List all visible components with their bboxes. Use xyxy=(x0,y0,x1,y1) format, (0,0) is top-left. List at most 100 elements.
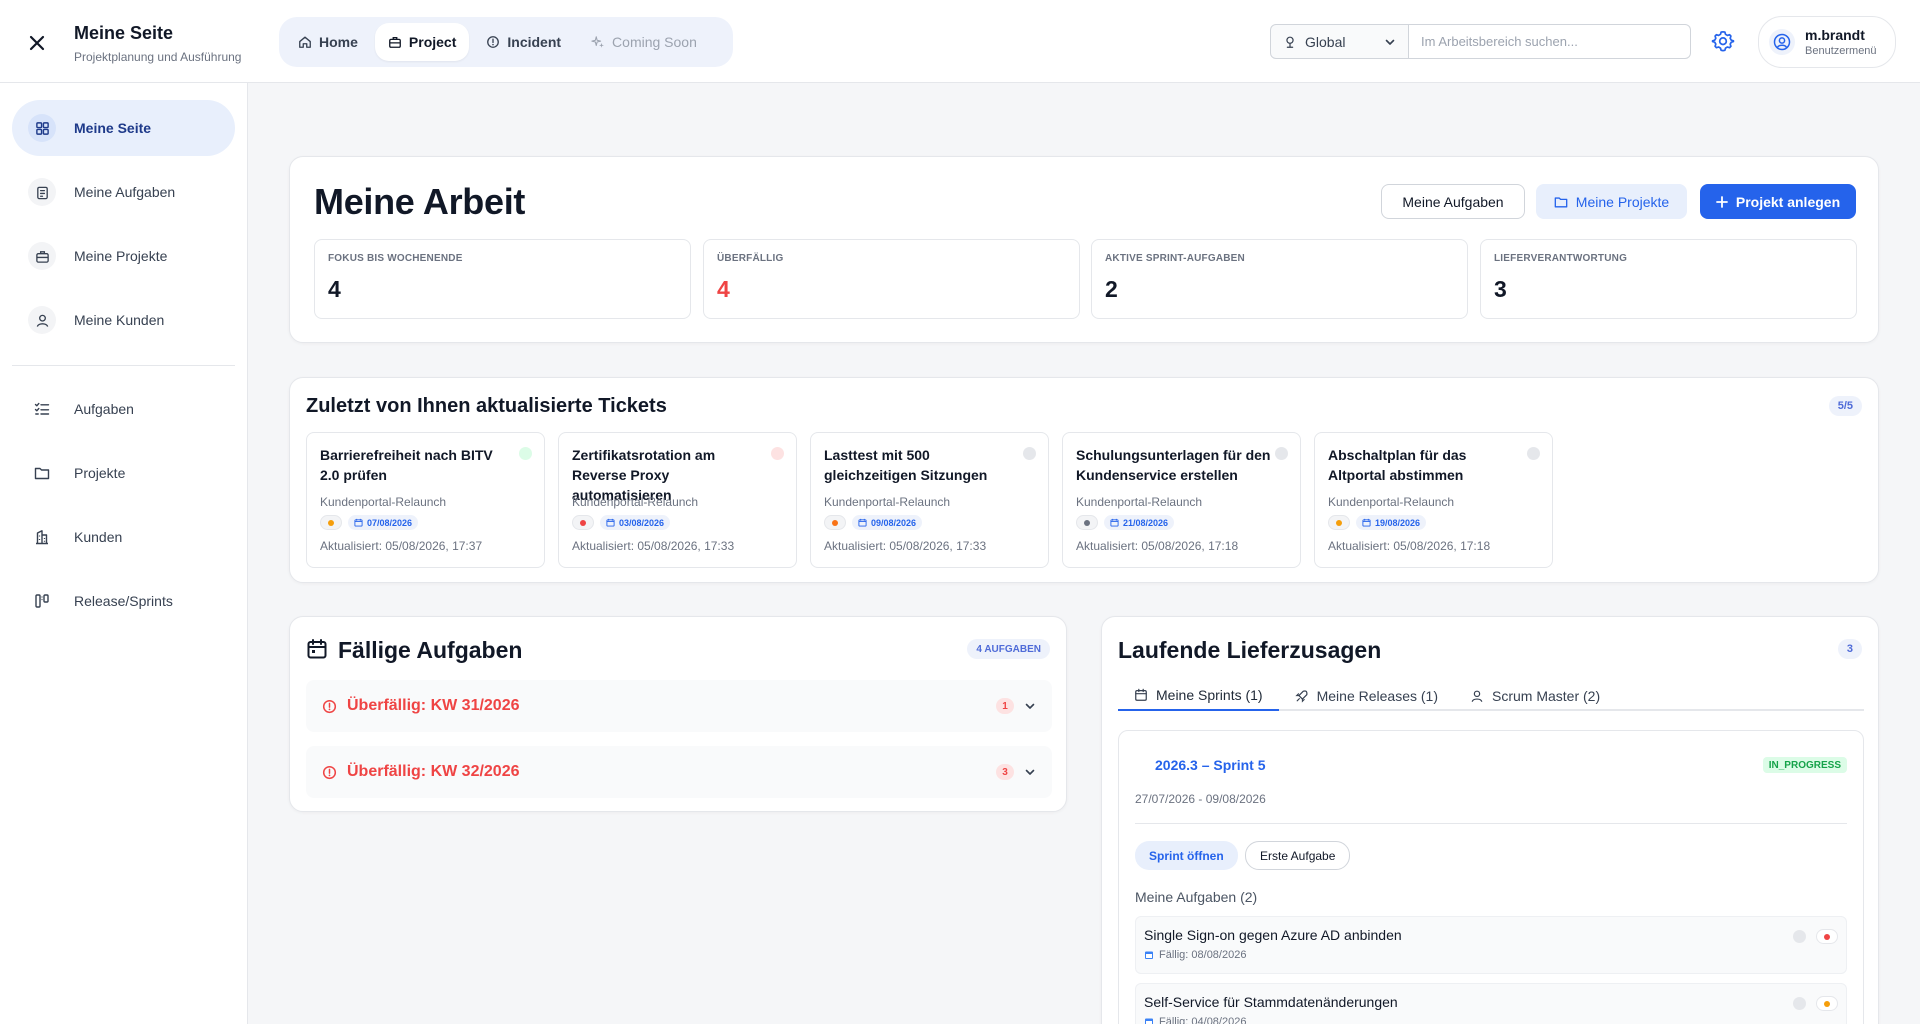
my-projects-button-label: Meine Projekte xyxy=(1575,193,1670,210)
ticket-card[interactable]: Zertifikatsrotation am Reverse Proxy aut… xyxy=(558,432,797,568)
tab-scrum-master[interactable]: Scrum Master (2) xyxy=(1454,681,1616,711)
tab-my-releases[interactable]: Meine Releases (1) xyxy=(1279,681,1454,711)
section-title: Laufende Lieferzusagen xyxy=(1118,637,1382,663)
user-icon xyxy=(28,306,56,334)
stat-sprint-tasks[interactable]: AKTIVE SPRINT-AUFGABEN 2 xyxy=(1091,239,1468,319)
ticket-card[interactable]: Abschaltplan für das Altportal abstimmen… xyxy=(1314,432,1553,568)
priority-chip xyxy=(1816,996,1838,1011)
ticket-project: Kundenportal-Relaunch xyxy=(320,495,447,509)
status-badge: IN_PROGRESS xyxy=(1762,757,1847,773)
sidebar-item-meine-seite[interactable]: Meine Seite xyxy=(12,100,235,156)
overdue-count: 3 xyxy=(996,764,1014,780)
scope-select[interactable]: Global xyxy=(1270,24,1409,59)
due-date-chip: 21/08/2026 xyxy=(1104,515,1175,530)
tab-my-sprints[interactable]: Meine Sprints (1) xyxy=(1118,681,1279,711)
gear-icon[interactable] xyxy=(1711,29,1737,55)
sidebar-item-meine-kunden[interactable]: Meine Kunden xyxy=(12,292,235,348)
stat-value: 2 xyxy=(1105,276,1118,302)
sidebar-item-projekte[interactable]: Projekte xyxy=(12,445,235,501)
calendar-icon xyxy=(1144,950,1154,960)
sidebar-item-label: Meine Kunden xyxy=(74,312,165,328)
dashboard-icon xyxy=(28,114,56,142)
sprint-name-link[interactable]: 2026.3 – Sprint 5 xyxy=(1155,757,1266,773)
ticket-updated: Aktualisiert: 05/08/2026, 17:18 xyxy=(1328,539,1491,553)
module-nav: Home Project Incident Coming Soon xyxy=(279,17,733,67)
create-project-button[interactable]: Projekt anlegen xyxy=(1700,184,1856,219)
ticket-card[interactable]: Lasttest mit 500 gleichzeitigen Sitzunge… xyxy=(810,432,1049,568)
due-date: 19/08/2026 xyxy=(1375,517,1421,528)
briefcase-icon xyxy=(28,242,56,270)
nav-coming-soon: Coming Soon xyxy=(578,23,710,61)
due-date: 03/08/2026 xyxy=(619,517,665,528)
ticket-title: Barrierefreiheit nach BITV 2.0 prüfen xyxy=(320,447,493,483)
nav-project[interactable]: Project xyxy=(374,23,470,61)
sidebar-item-kunden[interactable]: Kunden xyxy=(12,509,235,565)
status-dot xyxy=(1023,447,1036,460)
sidebar-item-aufgaben[interactable]: Aufgaben xyxy=(12,381,235,437)
ticket-updated: Aktualisiert: 05/08/2026, 17:33 xyxy=(824,539,987,553)
building-icon xyxy=(28,523,56,551)
ticket-project: Kundenportal-Relaunch xyxy=(824,495,951,509)
calendar-icon xyxy=(1144,1017,1154,1024)
alert-circle-icon xyxy=(486,35,500,49)
my-tasks-button[interactable]: Meine Aufgaben xyxy=(1381,184,1525,219)
user-info: m.brandt Benutzermenü xyxy=(1805,27,1877,57)
close-icon[interactable] xyxy=(24,30,50,56)
list-item[interactable]: Single Sign-on gegen Azure AD anbinden F… xyxy=(1135,916,1847,974)
sidebar-item-label: Release/Sprints xyxy=(74,593,173,609)
kanban-icon xyxy=(28,587,56,615)
priority-chip xyxy=(1328,515,1350,530)
sprint-card: 2026.3 – Sprint 5 IN_PROGRESS 27/07/2026… xyxy=(1118,730,1864,1024)
ticket-card[interactable]: Schulungsunterlagen für den Kundenservic… xyxy=(1062,432,1301,568)
task-title: Single Sign-on gegen Azure AD anbinden xyxy=(1144,927,1402,943)
due-date-chip: 09/08/2026 xyxy=(852,515,923,530)
status-dot xyxy=(519,447,532,460)
stat-focus[interactable]: FOKUS BIS WOCHENENDE 4 xyxy=(314,239,691,319)
sparkles-icon xyxy=(591,35,605,49)
ticket-project: Kundenportal-Relaunch xyxy=(1076,495,1203,509)
recent-tickets-card: Zuletzt von Ihnen aktualisierte Tickets … xyxy=(289,377,1879,583)
open-sprint-button[interactable]: Sprint öffnen xyxy=(1135,841,1238,870)
sidebar-item-release-sprints[interactable]: Release/Sprints xyxy=(12,573,235,629)
sidebar-item-meine-projekte[interactable]: Meine Projekte xyxy=(12,228,235,284)
search-input[interactable] xyxy=(1409,24,1691,59)
stat-value: 3 xyxy=(1494,276,1507,302)
my-projects-button[interactable]: Meine Projekte xyxy=(1536,184,1687,219)
stat-overdue[interactable]: ÜBERFÄLLIG 4 xyxy=(703,239,1080,319)
nav-home[interactable]: Home xyxy=(285,23,371,61)
overdue-label: Überfällig: KW 31/2026 xyxy=(347,697,520,714)
chevron-down-icon xyxy=(1024,700,1036,712)
calendar-icon xyxy=(606,518,615,527)
priority-chip xyxy=(320,515,342,530)
ticket-chips: 21/08/2026 xyxy=(1076,515,1287,530)
ticket-card[interactable]: Barrierefreiheit nach BITV 2.0 prüfen Ku… xyxy=(306,432,545,568)
overdue-group[interactable]: Überfällig: KW 32/2026 3 xyxy=(306,746,1052,798)
create-project-button-label: Projekt anlegen xyxy=(1735,193,1841,210)
stat-label: FOKUS BIS WOCHENENDE xyxy=(328,253,463,264)
sidebar-item-meine-aufgaben[interactable]: Meine Aufgaben xyxy=(12,164,235,220)
ticket-updated: Aktualisiert: 05/08/2026, 17:33 xyxy=(572,539,735,553)
priority-chip xyxy=(1816,929,1838,944)
nav-incident[interactable]: Incident xyxy=(473,23,574,61)
ticket-updated: Aktualisiert: 05/08/2026, 17:37 xyxy=(320,539,483,553)
chevron-down-icon xyxy=(1384,36,1396,48)
task-due: Fällig: 04/08/2026 xyxy=(1144,1016,1838,1024)
first-task-button[interactable]: Erste Aufgabe xyxy=(1245,841,1351,870)
tab-label: Meine Releases (1) xyxy=(1316,688,1438,704)
priority-chip xyxy=(572,515,594,530)
due-date: 21/08/2026 xyxy=(1123,517,1169,528)
user-icon xyxy=(1470,689,1484,703)
my-tasks-button-label: Meine Aufgaben xyxy=(1402,193,1504,210)
stat-delivery[interactable]: LIEFERVERANTWORTUNG 3 xyxy=(1480,239,1857,319)
overdue-count: 1 xyxy=(996,698,1014,714)
app-subtitle: Projektplanung und Ausführung xyxy=(74,50,242,64)
list-item[interactable]: Self-Service für Stammdatenänderungen Fä… xyxy=(1135,983,1847,1024)
calendar-icon xyxy=(1362,518,1371,527)
user-menu[interactable]: m.brandt Benutzermenü xyxy=(1758,16,1896,68)
priority-chip xyxy=(1076,515,1098,530)
overdue-group[interactable]: Überfällig: KW 31/2026 1 xyxy=(306,680,1052,732)
sidebar-item-label: Meine Seite xyxy=(74,120,152,136)
status-dot xyxy=(1793,930,1806,943)
user-caption: Benutzermenü xyxy=(1805,45,1877,57)
sidebar-item-label: Projekte xyxy=(74,465,126,481)
